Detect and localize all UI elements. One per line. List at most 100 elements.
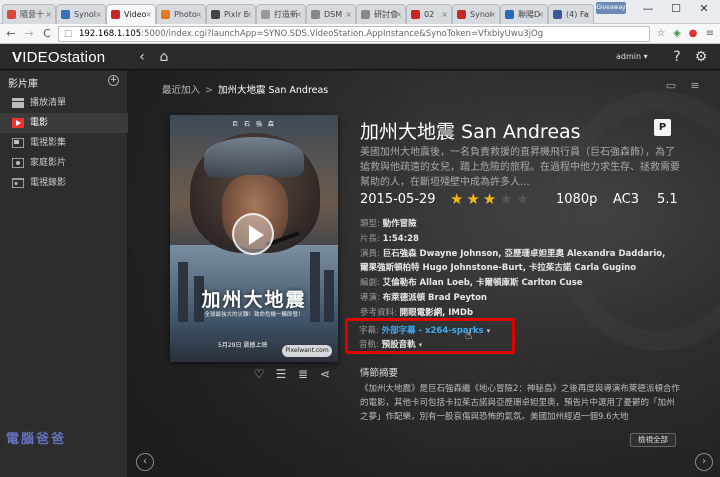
tab-close-icon[interactable]: × <box>245 5 252 24</box>
cast-icon[interactable]: ▭ <box>663 80 679 92</box>
tab-favicon <box>7 10 16 19</box>
browser-tab[interactable]: 聯陽D × <box>500 4 548 24</box>
tab-close-icon[interactable]: × <box>45 5 52 24</box>
tab-close-icon[interactable]: × <box>395 5 402 24</box>
tab-label: Video <box>124 10 147 19</box>
director-value[interactable]: 布萊德派頓 Brad Peyton <box>383 293 487 303</box>
page-info-icon[interactable]: □ <box>64 27 72 41</box>
writer-row: 編劇: 艾倫勒布 Allan Loeb, 卡爾頓庫斯 Carlton Cuse <box>360 276 583 290</box>
gear-icon[interactable]: ⚙ <box>692 48 710 66</box>
browser-tab[interactable]: 研討會 × <box>356 4 406 24</box>
director-row: 導演: 布萊德派頓 Brad Peyton <box>360 291 487 305</box>
poster-title: 加州大地震 <box>201 289 307 311</box>
library-title: 影片庫 <box>8 79 38 90</box>
browser-tab[interactable]: Photo × <box>156 4 206 24</box>
tab-close-icon[interactable]: × <box>489 5 496 24</box>
browser-tab-active[interactable]: Video × <box>106 4 156 24</box>
star-bookmark-icon[interactable]: ☆ <box>654 27 668 41</box>
reload-icon[interactable]: C <box>39 26 55 42</box>
star-icon[interactable]: ★ <box>499 190 515 208</box>
writer-value[interactable]: 艾倫勒布 Allan Loeb, 卡爾頓庫斯 Carlton Cuse <box>383 278 583 288</box>
tab-label: 隨意十 <box>20 10 44 19</box>
chevron-down-icon[interactable]: ▾ <box>487 327 491 335</box>
movie-title: 加州大地震 San Andreas <box>360 121 581 143</box>
star-icon[interactable]: ★ <box>483 190 499 208</box>
more-icon[interactable]: ≡ <box>687 80 703 92</box>
tv-recording-icon <box>12 178 24 188</box>
sidebar-item-tv-shows[interactable]: 電視影集 <box>0 133 128 153</box>
sidebar-item-home-videos[interactable]: 家庭影片 <box>0 153 128 173</box>
poster-date: 5月29日 震撼上映 <box>218 342 268 349</box>
home-icon[interactable]: ⌂ <box>155 48 173 66</box>
minimize-button[interactable]: — <box>634 0 662 20</box>
tab-favicon <box>311 10 320 19</box>
view-all-button[interactable]: 檢視全部 <box>630 433 676 447</box>
tab-close-icon[interactable]: × <box>583 5 590 24</box>
star-icon[interactable]: ★ <box>466 190 482 208</box>
help-icon[interactable]: ? <box>668 48 686 66</box>
sidebar-item-tv-recordings[interactable]: 電視錄影 <box>0 173 128 193</box>
sidebar-item-playlist[interactable]: 播放清單 <box>0 93 128 113</box>
heart-icon[interactable]: ♡ <box>252 367 266 381</box>
browser-tab[interactable]: (4) Fa × <box>548 4 594 24</box>
browser-tab[interactable]: 打造新 × <box>256 4 306 24</box>
tab-close-icon[interactable]: × <box>345 5 352 24</box>
chevron-down-icon[interactable]: ▾ <box>419 341 423 349</box>
browser-tab[interactable]: Synol × <box>56 4 106 24</box>
maximize-button[interactable]: ☐ <box>662 0 690 20</box>
tab-close-icon[interactable]: × <box>537 5 544 24</box>
play-button[interactable] <box>232 213 274 255</box>
star-rating[interactable]: ★★★★★ <box>450 190 532 208</box>
share-icon[interactable]: ⋖ <box>318 367 332 381</box>
window-close-button[interactable]: ✕ <box>690 0 718 20</box>
cast-value[interactable]: 巨石強森 Dwayne Johnson, 亞歷珊卓妲里奧 Alexandra D… <box>383 249 666 259</box>
star-icon[interactable]: ★ <box>516 190 532 208</box>
breadcrumb-root[interactable]: 最近加入 <box>162 85 200 96</box>
tab-close-icon[interactable]: × <box>295 5 302 24</box>
browser-tab[interactable]: Pixlr E × <box>206 4 256 24</box>
tab-label: DSM <box>324 10 343 19</box>
sidebar-item-movies[interactable]: 電影 <box>0 113 128 133</box>
browser-tab[interactable]: DSM × <box>306 4 356 24</box>
browser-tab[interactable]: 02 × <box>406 4 452 24</box>
breadcrumb-separator: > <box>205 85 213 96</box>
tab-close-icon[interactable]: × <box>195 5 202 24</box>
poster-tagline: 全球最強大的災難！致命危機一觸即發！ <box>204 312 304 318</box>
user-menu[interactable]: admin ▾ <box>616 52 648 61</box>
add-library-icon[interactable]: + <box>108 75 119 86</box>
extension-icon[interactable]: ● <box>686 27 700 41</box>
breadcrumb-current: 加州大地震 San Andreas <box>217 85 329 96</box>
audio-track-select[interactable]: 預設音軌 <box>382 340 416 350</box>
playlist-icon <box>12 98 24 108</box>
tab-close-icon[interactable]: × <box>145 5 152 24</box>
playlist-add-icon[interactable]: ☰ <box>274 367 288 381</box>
movie-summary: 美國加州大地震後，一名負責救援的直昇機飛行員（巨石強森飾），為了搶救與他疏遠的女… <box>360 147 680 188</box>
profile-badge[interactable]: Giveaway <box>596 2 626 14</box>
reference-value[interactable]: 開眼電影網, IMDb <box>400 308 473 318</box>
content-rating-badge: P <box>654 119 671 136</box>
sidebar-item-label: 家庭影片 <box>30 158 67 168</box>
browser-tab-bar: 隨意十 × Synol × Video × Photo × Pixlr E × … <box>0 0 720 24</box>
tab-close-icon[interactable]: × <box>95 5 102 24</box>
forward-arrow-icon[interactable]: → <box>21 26 37 42</box>
next-arrow-icon[interactable]: › <box>695 453 713 471</box>
star-icon[interactable]: ★ <box>450 190 466 208</box>
menu-icon[interactable]: ≡ <box>703 27 717 41</box>
back-arrow-icon[interactable]: ← <box>3 26 19 42</box>
cast-value[interactable]: 爾果強斯頓柏特 Hugo Johnstone-Burt, 卡拉茱古諾 Carla… <box>360 263 636 273</box>
plot-summary-title: 情節摘要 <box>360 368 399 379</box>
genre-label: 類型: <box>360 219 380 229</box>
poster-actions: ♡ ☰ ≣ ⋖ <box>129 367 720 381</box>
tab-favicon <box>553 10 562 19</box>
info-list-icon[interactable]: ≣ <box>296 367 310 381</box>
browser-tab[interactable]: 隨意十 × <box>2 4 56 24</box>
tab-close-icon[interactable]: × <box>441 5 448 24</box>
extension-icon[interactable]: ◈ <box>670 27 684 41</box>
previous-arrow-icon[interactable]: ‹ <box>136 453 154 471</box>
address-bar[interactable]: □ 192.168.1.105:5000/index.cgi?launchApp… <box>58 26 650 42</box>
back-chevron-icon[interactable]: ‹ <box>133 48 151 66</box>
tab-label: Synol <box>74 10 96 19</box>
home-video-icon <box>12 158 24 168</box>
browser-tab[interactable]: Synol × <box>452 4 500 24</box>
genre-value[interactable]: 動作冒險 <box>383 219 417 229</box>
